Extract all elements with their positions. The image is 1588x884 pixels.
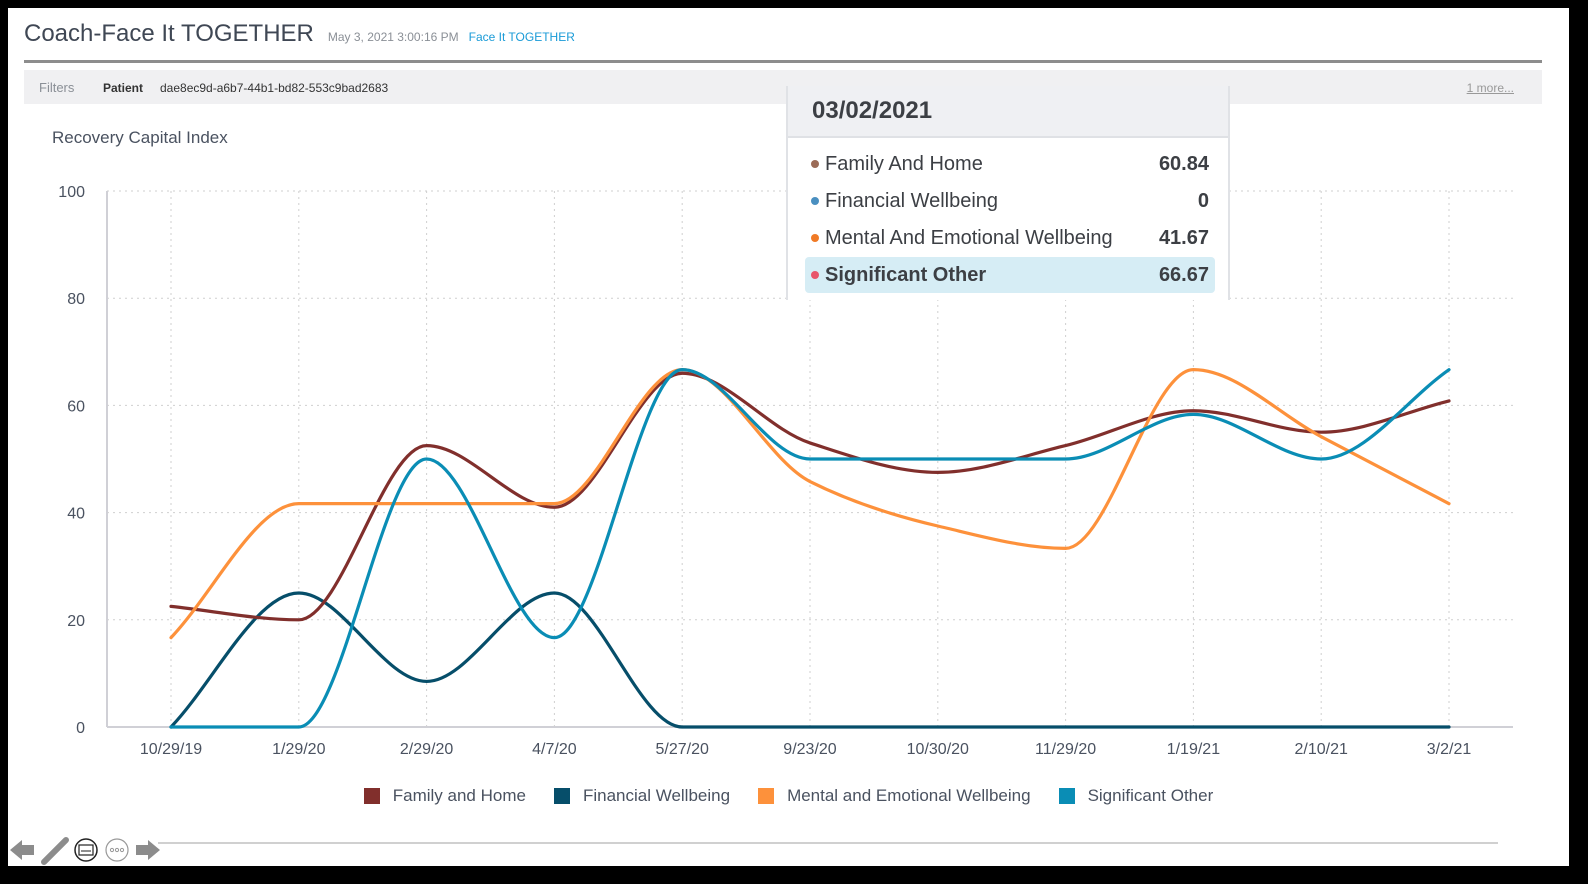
legend-swatch [553,788,570,804]
legend-label: Significant Other [1087,786,1214,805]
legend-label: Financial Wellbeing [582,786,731,805]
chart-legend: Family and Home Financial Wellbeing Mental… [8,786,1569,806]
x-tick-label: 10/29/19 [140,741,202,758]
legend-item[interactable]: Mental and Emotional Wellbeing [758,786,1031,806]
tooltip-label: Family And Home [825,152,983,175]
y-tick-label: 60 [67,398,85,415]
tooltip-label: Financial Wellbeing [825,189,999,212]
more-options-icon[interactable] [105,838,129,862]
x-tick-label: 10/30/20 [907,741,969,758]
tooltip-value: 0 [1197,189,1209,212]
tooltip-value: 60.84 [1158,152,1209,175]
previous-arrow-icon[interactable] [10,840,34,860]
chart-tooltip: 03/02/2021 Family And Home 60.84 Financial… [786,86,1230,300]
tooltip-value: 66.67 [1158,263,1209,286]
y-tick-label: 40 [67,506,85,523]
series-dot-icon [811,160,819,168]
x-tick-label: 1/19/21 [1167,741,1220,758]
y-tick-label: 100 [58,184,85,201]
series-dot-icon [811,271,819,279]
series-dot-icon [811,197,819,205]
series-dot-icon [811,234,819,242]
subtitles-icon[interactable] [74,838,98,862]
tooltip-row: Significant Other 66.67 [805,257,1215,293]
tooltip-row: Financial Wellbeing 0 [805,183,1215,219]
legend-swatch [1058,788,1075,804]
y-tick-label: 80 [67,291,85,308]
tooltip-label: Significant Other [825,263,987,286]
legend-item[interactable]: Financial Wellbeing [553,786,731,806]
x-tick-label: 2/29/20 [400,741,453,758]
legend-item[interactable]: Significant Other [1058,786,1214,806]
x-tick-label: 5/27/20 [656,741,709,758]
presentation-controls [10,837,160,865]
next-arrow-icon[interactable] [136,840,160,860]
pen-icon[interactable] [41,837,69,865]
legend-label: Family and Home [392,786,526,805]
x-tick-label: 2/10/21 [1295,741,1348,758]
y-tick-label: 0 [76,720,85,737]
tooltip-value: 41.67 [1158,226,1209,249]
series-line-significant-other[interactable] [169,368,1451,729]
legend-label: Mental and Emotional Wellbeing [787,786,1031,805]
x-tick-label: 3/2/21 [1427,741,1472,758]
tooltip-label: Mental And Emotional Wellbeing [825,226,1113,249]
report-page: Coach-Face It TOGETHER May 3, 2021 3:00:… [8,8,1569,866]
tooltip-date: 03/02/2021 [788,86,1228,138]
tooltip-row: Family And Home 60.84 [805,146,1215,182]
legend-swatch [363,788,380,804]
x-tick-label: 9/23/20 [783,741,836,758]
y-tick-label: 20 [67,613,85,630]
x-tick-label: 1/29/20 [272,741,325,758]
legend-item[interactable]: Family and Home [363,786,526,806]
x-tick-label: 11/29/20 [1035,741,1096,758]
tooltip-row: Mental And Emotional Wellbeing 41.67 [805,220,1215,256]
legend-swatch [758,788,775,804]
x-tick-label: 4/7/20 [532,741,577,758]
